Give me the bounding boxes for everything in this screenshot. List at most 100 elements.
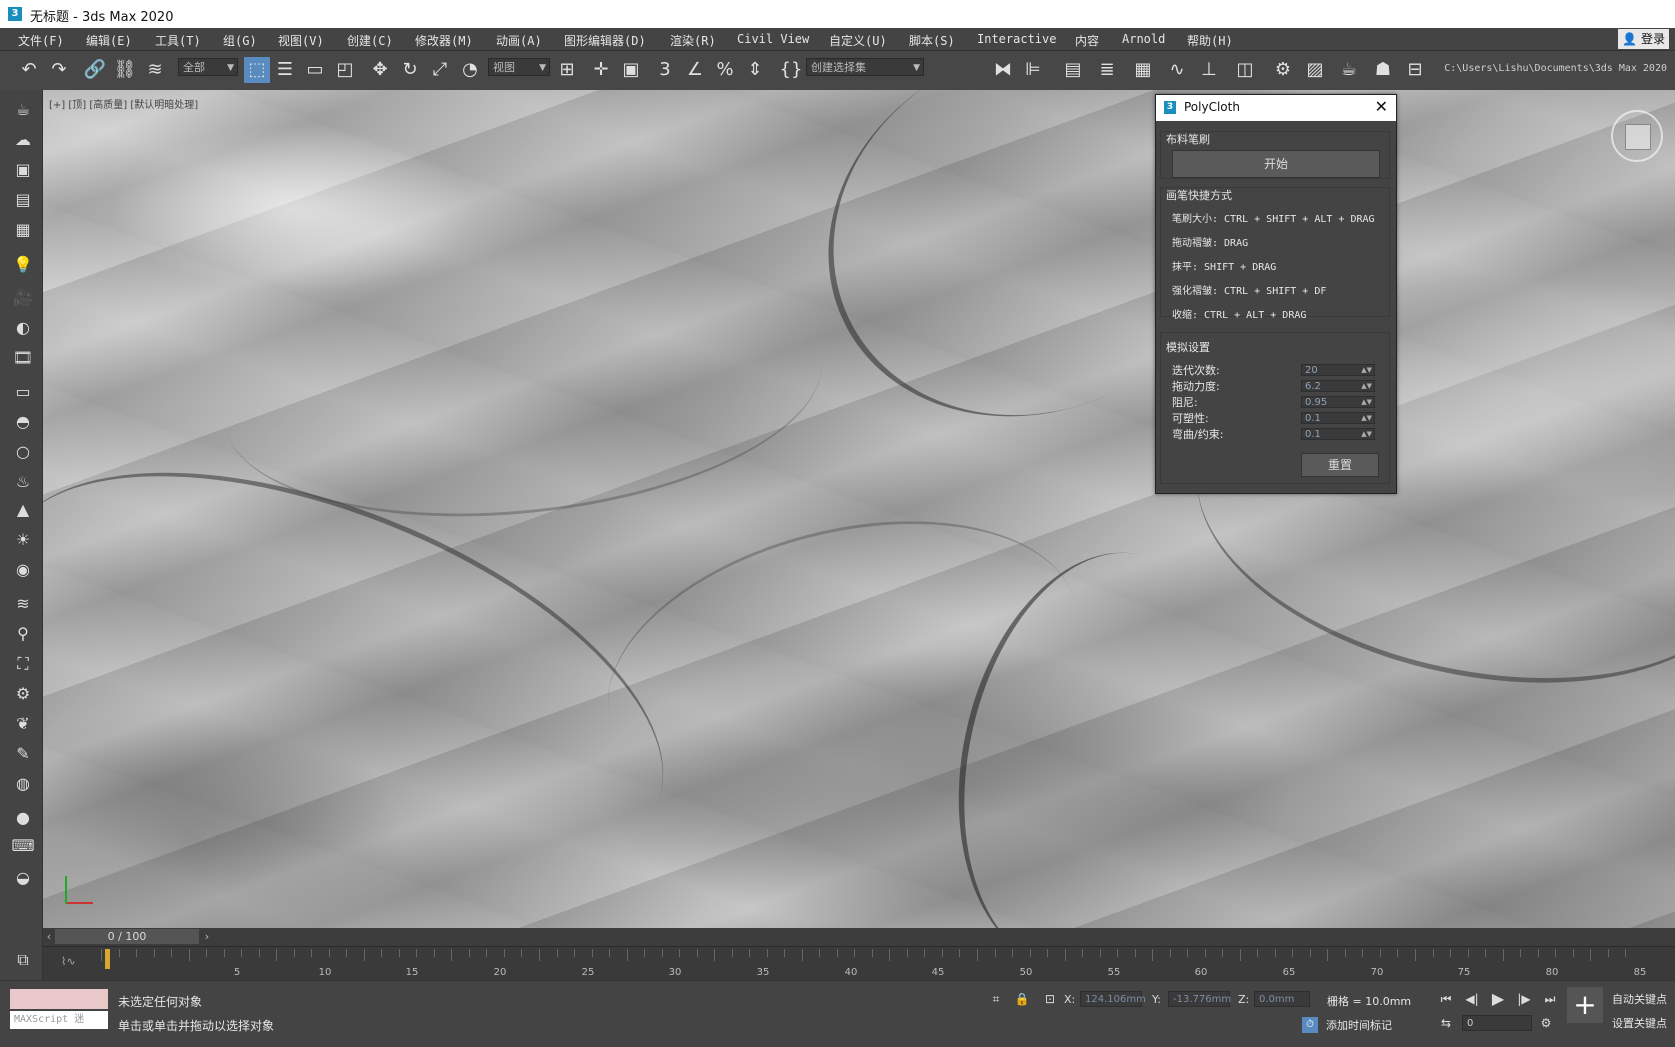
undo-icon[interactable]: ↶ [16, 57, 42, 83]
param-iterations-field[interactable]: 20 ▲▼ [1301, 364, 1375, 376]
plane-icon[interactable]: ▭ [10, 380, 36, 404]
reset-button[interactable]: 重置 [1301, 453, 1379, 477]
spinner-icon[interactable]: ▲▼ [1361, 380, 1372, 392]
grid-table-icon[interactable]: ▦ [10, 218, 36, 242]
menu-content[interactable]: 内容 [1075, 32, 1099, 49]
plant-icon[interactable]: ❦ [10, 712, 36, 736]
select-manipulate-icon[interactable]: ✛ [588, 57, 614, 83]
menu-rendering[interactable]: 渲染(R) [670, 32, 716, 49]
isolate-selection-icon[interactable]: ⌗ [986, 989, 1006, 1009]
teapot-2-icon[interactable]: ♨ [10, 470, 36, 494]
set-key-button[interactable]: 设置关键点 [1612, 1015, 1667, 1031]
cone-icon[interactable]: ▲ [10, 498, 36, 522]
quick-access-icon[interactable]: ⊟ [1402, 57, 1428, 83]
pivot-center-icon[interactable]: ⊞ [554, 57, 580, 83]
curve-editor-icon[interactable]: ∿ [1164, 57, 1190, 83]
selection-filter-dropdown[interactable]: 全部 ▼ [178, 58, 238, 76]
start-button[interactable]: 开始 [1172, 150, 1380, 178]
viewport-label[interactable]: [+] [顶] [高质量] [默认明暗处理] [49, 96, 198, 111]
ball-icon[interactable]: ● [10, 806, 36, 830]
spinner-icon[interactable]: ▲▼ [1361, 364, 1372, 376]
absolute-mode-icon[interactable]: ⊡ [1040, 989, 1060, 1009]
brush-icon[interactable]: ✎ [10, 742, 36, 766]
cloud-icon[interactable]: ☁ [10, 128, 36, 152]
gear-icon[interactable]: ⚙ [10, 682, 36, 706]
light-bulb-icon[interactable]: 💡 [10, 253, 36, 277]
viewcube-face[interactable] [1625, 124, 1651, 150]
perspective-viewport[interactable]: [+] [顶] [高质量] [默认明暗处理] [43, 90, 1675, 928]
rendered-frame-window-icon[interactable]: ▨ [1302, 57, 1328, 83]
next-frame-icon[interactable]: |▶ [1514, 989, 1534, 1009]
param-damping-field[interactable]: 0.95 ▲▼ [1301, 396, 1375, 408]
go-to-end-icon[interactable]: ⏭ [1540, 989, 1560, 1009]
hair-icon[interactable]: ≋ [10, 592, 36, 616]
ref-coord-dropdown[interactable]: 视图 ▼ [488, 58, 550, 76]
angle-snap-icon[interactable]: ∠ [682, 57, 708, 83]
z-coordinate-field[interactable]: 0.0mm [1254, 991, 1310, 1007]
go-to-start-icon[interactable]: ⏮ [1436, 989, 1456, 1009]
place-icon[interactable]: ◔ [457, 57, 483, 83]
move-icon[interactable]: ✥ [367, 57, 393, 83]
align-icon[interactable]: ⊫ [1020, 57, 1046, 83]
material-editor-icon[interactable]: ◫ [1232, 57, 1258, 83]
render-icon[interactable]: ☕ [1336, 57, 1362, 83]
globe-icon[interactable]: ◒ [10, 866, 36, 890]
mesh-icon[interactable]: ⛶ [10, 652, 36, 676]
menu-modifiers[interactable]: 修改器(M) [415, 32, 473, 49]
pipe-icon[interactable]: ⚲ [10, 622, 36, 646]
menu-arnold[interactable]: Arnold [1122, 32, 1165, 46]
scale-icon[interactable]: ⤢ [427, 57, 453, 83]
close-icon[interactable]: ✕ [1375, 97, 1388, 116]
menu-tools[interactable]: 工具(T) [155, 32, 201, 49]
menu-civil-view[interactable]: Civil View [737, 32, 809, 46]
named-selection-dropdown[interactable]: 创建选择集 ▼ [806, 58, 924, 76]
bind-space-warp-icon[interactable]: ≋ [142, 57, 168, 83]
set-key-icon[interactable]: + [1567, 987, 1603, 1023]
menu-edit[interactable]: 编辑(E) [86, 32, 132, 49]
auto-key-button[interactable]: 自动关键点 [1612, 991, 1667, 1007]
mirror-icon[interactable]: ⧓ [990, 57, 1016, 83]
time-tag-icon[interactable]: ⏱ [1302, 1017, 1318, 1033]
render-setup-icon[interactable]: ⚙ [1270, 57, 1296, 83]
document-icon[interactable]: ▤ [10, 188, 36, 212]
script-icon[interactable]: ⌨ [10, 834, 36, 858]
param-plasticity-field[interactable]: 0.1 ▲▼ [1301, 412, 1375, 424]
add-time-tag[interactable]: 添加时间标记 [1326, 1017, 1392, 1033]
param-drag-strength-field[interactable]: 6.2 ▲▼ [1301, 380, 1375, 392]
time-slider[interactable]: 0 / 100 [55, 929, 199, 944]
menu-create[interactable]: 创建(C) [347, 32, 393, 49]
chevron-right-icon[interactable]: › [201, 929, 213, 944]
edit-named-selection-icon[interactable]: {} [778, 57, 804, 83]
param-bend-constraint-field[interactable]: 0.1 ▲▼ [1301, 428, 1375, 440]
track-bar[interactable]: ⌇∿ 5 10 15 20 25 30 35 40 45 50 55 60 65… [43, 946, 1675, 981]
menu-help[interactable]: 帮助(H) [1187, 32, 1233, 49]
menu-interactive[interactable]: Interactive [977, 32, 1056, 46]
sphere-icon[interactable]: ○ [10, 440, 36, 464]
sun-icon[interactable]: ☀ [10, 528, 36, 552]
play-icon[interactable]: ▶ [1488, 989, 1508, 1009]
layer-explorer-icon[interactable]: ≣ [1094, 57, 1120, 83]
select-object-icon[interactable]: ⬚ [244, 57, 270, 83]
window-crossing-icon[interactable]: ◰ [332, 57, 358, 83]
login-button[interactable]: 👤 登录 [1618, 29, 1669, 49]
redo-icon[interactable]: ↷ [46, 57, 72, 83]
spinner-icon[interactable]: ▲▼ [1361, 396, 1372, 408]
menu-animation[interactable]: 动画(A) [496, 32, 542, 49]
unlink-icon[interactable]: ⛓ [112, 57, 138, 83]
menu-file[interactable]: 文件(F) [18, 32, 64, 49]
x-coordinate-field[interactable]: 124.106mm [1080, 991, 1146, 1007]
rotate-icon[interactable]: ↻ [397, 57, 423, 83]
maxscript-input[interactable]: MAXScript 迷 [10, 1011, 108, 1029]
dialog-title-bar[interactable]: 3 PolyCloth ✕ [1156, 95, 1396, 121]
camera-icon[interactable]: 🎥 [10, 286, 36, 310]
render-active-shade-icon[interactable]: ☗ [1370, 57, 1396, 83]
keyboard-shortcut-override-icon[interactable]: ▣ [618, 57, 644, 83]
curve-editor-toggle-icon[interactable]: ⌇∿ [61, 955, 76, 968]
select-by-name-icon[interactable]: ☰ [272, 57, 298, 83]
menu-views[interactable]: 视图(V) [278, 32, 324, 49]
dome-icon[interactable]: ◓ [10, 410, 36, 434]
image-icon[interactable]: ▣ [10, 158, 36, 182]
moon-icon[interactable]: ◐ [10, 316, 36, 340]
key-mode-icon[interactable]: ⇆ [1436, 1013, 1456, 1033]
viewcube[interactable] [1611, 110, 1663, 162]
